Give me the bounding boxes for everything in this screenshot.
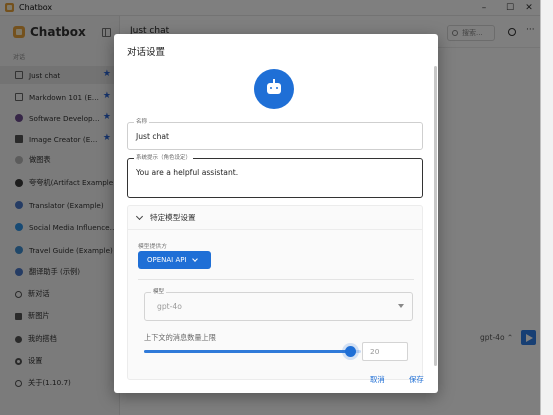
background-window-edge — [541, 0, 553, 415]
chat-settings-dialog: 对话设置 名称 Just chat 系统提示（角色设定） You are a h… — [114, 34, 438, 393]
save-button[interactable]: 保存 — [409, 374, 424, 385]
system-prompt-field[interactable]: 系统提示（角色设定） You are a helpful assistant. — [127, 155, 423, 198]
name-field[interactable]: 名称 Just chat — [127, 119, 423, 150]
chevron-down-icon — [135, 212, 144, 220]
model-settings-title: 特定模型设置 — [150, 213, 196, 222]
name-value: Just chat — [136, 132, 170, 141]
dialog-scrollbar[interactable] — [434, 66, 437, 366]
context-limit-input[interactable]: 20 — [362, 342, 408, 361]
system-prompt-label: 系统提示（角色设定） — [134, 155, 194, 162]
system-prompt-value: You are a helpful assistant. — [136, 168, 239, 177]
context-limit-value: 20 — [370, 347, 380, 356]
model-settings-toggle[interactable]: 特定模型设置 — [128, 206, 422, 230]
provider-label: 模型提供方 — [138, 244, 167, 250]
name-label: 名称 — [134, 119, 150, 126]
robot-icon — [267, 83, 281, 94]
context-slider-thumb[interactable] — [345, 346, 356, 357]
model-select[interactable]: 模型 gpt-4o — [144, 289, 413, 321]
provider-value: OPENAI API — [147, 256, 187, 264]
bot-avatar[interactable] — [254, 69, 294, 109]
dropdown-arrow-icon — [398, 304, 404, 308]
model-label: 模型 — [151, 289, 167, 296]
context-slider-track[interactable] — [144, 350, 351, 353]
provider-select-button[interactable]: OPENAI API — [138, 251, 211, 269]
chevron-down-icon — [191, 256, 198, 262]
dialog-title: 对话设置 — [127, 47, 166, 58]
model-value: gpt-4o — [157, 302, 182, 311]
model-settings-section: 特定模型设置 模型提供方 OPENAI API 模型 gpt-4o 上下文的消息… — [127, 205, 423, 380]
context-limit-label: 上下文的消息数量上限 — [144, 333, 216, 342]
cancel-button[interactable]: 取消 — [370, 374, 385, 385]
divider — [138, 279, 414, 280]
